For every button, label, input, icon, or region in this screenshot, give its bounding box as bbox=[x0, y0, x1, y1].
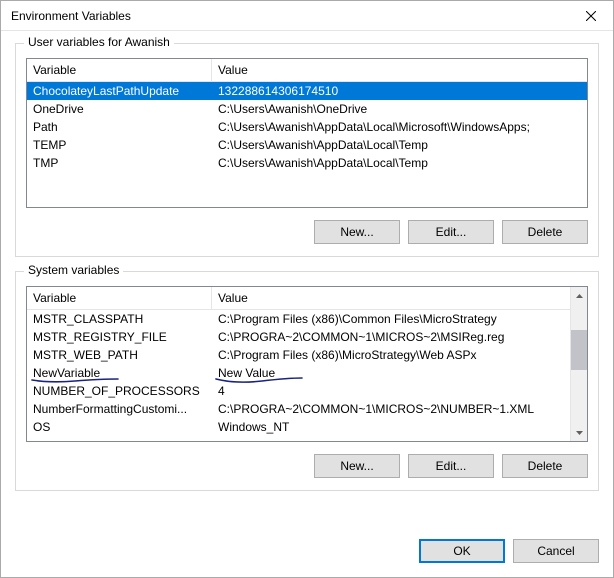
user-col-variable[interactable]: Variable bbox=[27, 59, 212, 81]
user-new-button[interactable]: New... bbox=[314, 220, 400, 244]
table-row[interactable]: MSTR_CLASSPATHC:\Program Files (x86)\Com… bbox=[27, 310, 570, 328]
close-icon bbox=[586, 11, 596, 21]
cell-value: 4 bbox=[212, 382, 570, 400]
close-button[interactable] bbox=[568, 1, 613, 31]
system-col-value[interactable]: Value bbox=[212, 287, 587, 309]
system-edit-button[interactable]: Edit... bbox=[408, 454, 494, 478]
user-delete-button[interactable]: Delete bbox=[502, 220, 588, 244]
titlebar: Environment Variables bbox=[1, 1, 613, 31]
table-row[interactable]: MSTR_WEB_PATHC:\Program Files (x86)\Micr… bbox=[27, 346, 570, 364]
system-col-variable[interactable]: Variable bbox=[27, 287, 212, 309]
user-list-body: ChocolateyLastPathUpdate1322886143061745… bbox=[27, 82, 587, 206]
ok-button[interactable]: OK bbox=[419, 539, 505, 563]
table-row[interactable]: OSWindows_NT bbox=[27, 418, 570, 436]
table-row[interactable]: MSTR_REGISTRY_FILEC:\PROGRA~2\COMMON~1\M… bbox=[27, 328, 570, 346]
cell-value: 132288614306174510 bbox=[212, 82, 587, 100]
system-variables-group: System variables Variable Value MSTR_CLA… bbox=[15, 271, 599, 491]
dialog-footer: OK Cancel bbox=[1, 539, 613, 577]
cell-value: C:\Program Files (x86)\Common Files\Micr… bbox=[212, 310, 570, 328]
scroll-thumb[interactable] bbox=[571, 330, 587, 370]
cell-variable: Path bbox=[27, 118, 212, 136]
system-variables-legend: System variables bbox=[24, 263, 123, 277]
cell-variable: MSTR_WEB_PATH bbox=[27, 346, 212, 364]
user-variables-group: User variables for Awanish Variable Valu… bbox=[15, 43, 599, 257]
cell-variable: MSTR_CLASSPATH bbox=[27, 310, 212, 328]
chevron-up-icon bbox=[576, 294, 583, 298]
system-list-body: MSTR_CLASSPATHC:\Program Files (x86)\Com… bbox=[27, 310, 587, 440]
user-variables-legend: User variables for Awanish bbox=[24, 35, 174, 49]
user-button-row: New... Edit... Delete bbox=[26, 220, 588, 244]
cell-variable: TEMP bbox=[27, 136, 212, 154]
cell-variable: NewVariable bbox=[27, 364, 212, 382]
system-scrollbar[interactable] bbox=[570, 287, 587, 441]
environment-variables-dialog: Environment Variables User variables for… bbox=[0, 0, 614, 578]
cell-variable: TMP bbox=[27, 154, 212, 172]
system-new-button[interactable]: New... bbox=[314, 454, 400, 478]
system-delete-button[interactable]: Delete bbox=[502, 454, 588, 478]
system-button-row: New... Edit... Delete bbox=[26, 454, 588, 478]
cell-variable: ChocolateyLastPathUpdate bbox=[27, 82, 212, 100]
table-row[interactable]: OneDriveC:\Users\Awanish\OneDrive bbox=[27, 100, 587, 118]
table-row[interactable]: TEMPC:\Users\Awanish\AppData\Local\Temp bbox=[27, 136, 587, 154]
user-edit-button[interactable]: Edit... bbox=[408, 220, 494, 244]
user-list-header: Variable Value bbox=[27, 59, 587, 82]
table-row[interactable]: ChocolateyLastPathUpdate1322886143061745… bbox=[27, 82, 587, 100]
system-variables-list[interactable]: Variable Value MSTR_CLASSPATHC:\Program … bbox=[26, 286, 588, 442]
user-col-value[interactable]: Value bbox=[212, 59, 587, 81]
scroll-down-button[interactable] bbox=[571, 424, 587, 441]
system-list-header: Variable Value bbox=[27, 287, 587, 310]
cell-value: C:\Users\Awanish\AppData\Local\Temp bbox=[212, 136, 587, 154]
cell-variable: MSTR_REGISTRY_FILE bbox=[27, 328, 212, 346]
window-title: Environment Variables bbox=[11, 9, 568, 23]
cell-value: C:\PROGRA~2\COMMON~1\MICROS~2\MSIReg.reg bbox=[212, 328, 570, 346]
cell-value: Windows_NT bbox=[212, 418, 570, 436]
cell-value: C:\Users\Awanish\OneDrive bbox=[212, 100, 587, 118]
table-row[interactable]: TMPC:\Users\Awanish\AppData\Local\Temp bbox=[27, 154, 587, 172]
table-row[interactable]: NUMBER_OF_PROCESSORS4 bbox=[27, 382, 570, 400]
cell-value: C:\Users\Awanish\AppData\Local\Microsoft… bbox=[212, 118, 587, 136]
chevron-down-icon bbox=[576, 431, 583, 435]
cell-value: C:\PROGRA~2\COMMON~1\MICROS~2\NUMBER~1.X… bbox=[212, 400, 570, 418]
scroll-up-button[interactable] bbox=[571, 287, 587, 304]
table-row[interactable]: NumberFormattingCustomi...C:\PROGRA~2\CO… bbox=[27, 400, 570, 418]
cancel-button[interactable]: Cancel bbox=[513, 539, 599, 563]
user-variables-list[interactable]: Variable Value ChocolateyLastPathUpdate1… bbox=[26, 58, 588, 208]
table-row[interactable]: PathC:\Users\Awanish\AppData\Local\Micro… bbox=[27, 118, 587, 136]
table-row[interactable]: NewVariableNew Value bbox=[27, 364, 570, 382]
dialog-content: User variables for Awanish Variable Valu… bbox=[1, 31, 613, 539]
cell-value: C:\Program Files (x86)\MicroStrategy\Web… bbox=[212, 346, 570, 364]
cell-variable: OS bbox=[27, 418, 212, 436]
cell-value: C:\Users\Awanish\AppData\Local\Temp bbox=[212, 154, 587, 172]
cell-variable: NumberFormattingCustomi... bbox=[27, 400, 212, 418]
cell-variable: NUMBER_OF_PROCESSORS bbox=[27, 382, 212, 400]
cell-variable: OneDrive bbox=[27, 100, 212, 118]
cell-value: New Value bbox=[212, 364, 570, 382]
